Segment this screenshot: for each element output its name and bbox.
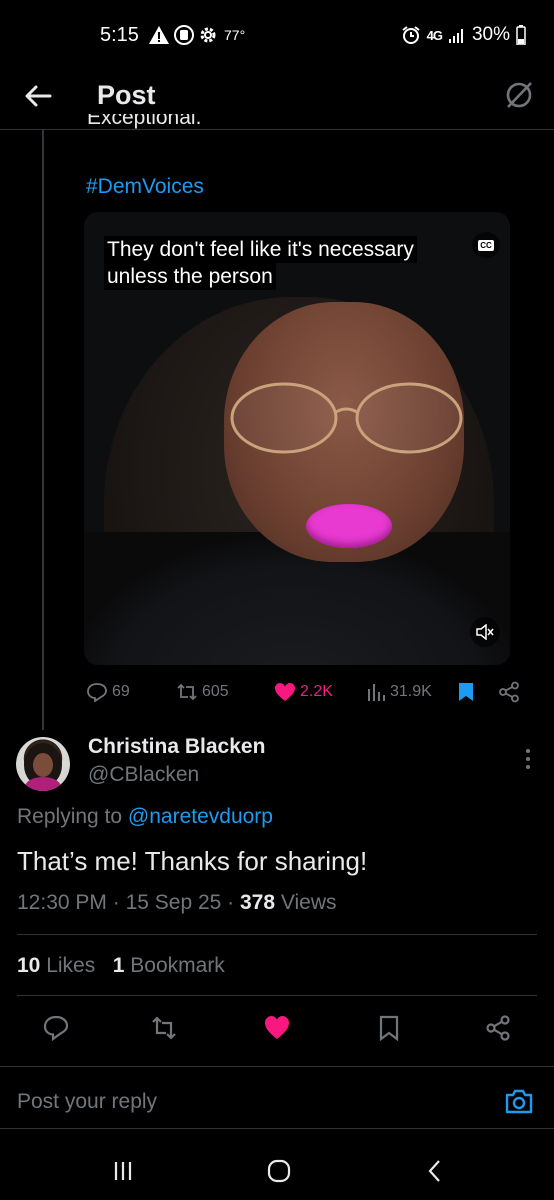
status-time: 5:15 (100, 24, 139, 46)
gear-icon (200, 27, 216, 43)
battery-percent: 30% (471, 24, 510, 45)
like-action[interactable]: 2.2K (274, 682, 366, 702)
video-captions: They don't feel like it's necessary unle… (104, 236, 417, 290)
hashtag-link[interactable]: #DemVoices (86, 175, 204, 199)
divider (0, 1066, 554, 1067)
repost-action[interactable]: 605 (176, 683, 274, 701)
video-lips (306, 504, 392, 548)
top-bar: Post (0, 70, 554, 130)
closed-captions-button[interactable]: CC (472, 232, 500, 258)
post-actions (0, 1010, 554, 1046)
grok-icon[interactable] (502, 78, 536, 112)
signal-icon (448, 29, 463, 43)
bookmark-icon[interactable] (375, 1014, 403, 1042)
author-handle[interactable]: @CBlacken (88, 763, 199, 787)
cc-label: CC (478, 239, 494, 251)
reply-action[interactable]: 69 (86, 682, 176, 702)
divider (0, 1128, 554, 1129)
post-text: That’s me! Thanks for sharing! (17, 846, 368, 876)
share-action[interactable] (498, 681, 520, 703)
reply-icon (87, 683, 107, 702)
analytics-icon (368, 684, 385, 701)
post-meta: 12:30 PM · 15 Sep 25 · 378 Views (17, 891, 337, 914)
post-views-label: Views (280, 891, 337, 914)
network-type: 4G (426, 27, 443, 43)
heart-filled-icon[interactable] (263, 1014, 291, 1042)
replying-to-link[interactable]: @naretevduorp (128, 805, 273, 828)
video-glasses (230, 382, 463, 454)
recent-apps-icon[interactable] (108, 1156, 138, 1186)
reply-input[interactable]: Post your reply (17, 1090, 157, 1114)
divider (17, 934, 537, 935)
system-nav-bar (0, 1140, 554, 1200)
thread-line (42, 130, 44, 730)
heart-filled-icon (275, 683, 295, 701)
avatar[interactable] (16, 737, 70, 791)
home-icon[interactable] (264, 1156, 294, 1186)
post-stats: 10 Likes 1 Bookmark (17, 954, 225, 978)
post-time: 12:30 PM (17, 891, 107, 914)
more-options-icon[interactable] (524, 748, 532, 770)
likes-count[interactable]: 10 (17, 954, 40, 977)
divider (17, 995, 537, 996)
like-count: 2.2K (300, 683, 333, 700)
back-nav-icon[interactable] (420, 1156, 450, 1186)
warning-icon (149, 26, 169, 44)
bookmarks-count: 1 (112, 954, 125, 977)
reply-count: 69 (112, 683, 130, 700)
sim-icon (174, 25, 194, 45)
repost-count: 605 (202, 683, 229, 700)
replying-prefix: Replying to (17, 805, 123, 828)
replying-to: Replying to @naretevduorp (17, 805, 273, 829)
views-action[interactable]: 31.9K (366, 683, 458, 701)
views-count: 31.9K (390, 683, 432, 700)
post-date: 15 Sep 25 (125, 891, 222, 914)
page-title: Post (97, 80, 156, 110)
likes-label[interactable]: Likes (46, 954, 95, 977)
status-temperature: 77° (224, 27, 246, 43)
bookmarks-label: Bookmark (130, 954, 225, 977)
repost-icon[interactable] (150, 1014, 178, 1042)
battery-icon (516, 25, 526, 45)
back-arrow-icon[interactable] (22, 80, 54, 112)
share-icon (499, 681, 519, 703)
share-icon[interactable] (484, 1014, 512, 1042)
author-name[interactable]: Christina Blacken (88, 735, 265, 759)
speaker-muted-icon (476, 624, 494, 640)
bookmark-action[interactable] (458, 682, 498, 702)
parent-post-text: Exceptional. (87, 114, 202, 129)
repost-icon (177, 683, 197, 701)
caption-line-1: They don't feel like it's necessary (104, 236, 417, 263)
post-views-count: 378 (240, 891, 276, 914)
caption-line-2: unless the person (104, 263, 276, 290)
alarm-icon (402, 26, 420, 44)
mute-button[interactable] (470, 617, 500, 647)
video-player[interactable]: They don't feel like it's necessary unle… (84, 212, 510, 665)
status-bar: 5:15 77° 4G 30% (0, 0, 554, 70)
bookmark-filled-icon (459, 683, 473, 701)
parent-post-actions: 69 605 2.2K 31.9K (86, 680, 526, 704)
camera-icon[interactable] (504, 1087, 534, 1115)
reply-icon[interactable] (42, 1014, 70, 1042)
